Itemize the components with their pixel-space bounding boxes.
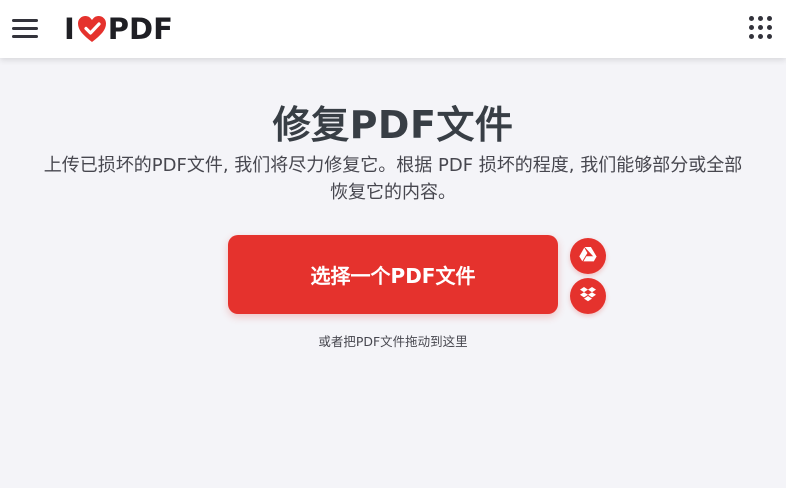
- heart-icon: [77, 15, 107, 43]
- page-subtitle: 上传已损坏的PDF文件, 我们将尽力修复它。根据 PDF 损坏的程度, 我们能够…: [43, 155, 743, 203]
- top-nav-bar: I PDF: [0, 0, 786, 58]
- ilovepdf-logo[interactable]: I PDF: [64, 12, 173, 46]
- grid-apps-icon[interactable]: [749, 16, 773, 40]
- select-pdf-button[interactable]: 选择一个PDF文件: [228, 235, 558, 314]
- select-pdf-button-label: 选择一个PDF文件: [310, 264, 476, 288]
- drag-drop-hint: 或者把PDF文件拖动到这里: [318, 334, 468, 349]
- google-drive-button[interactable]: [570, 238, 606, 274]
- page-title: 修复PDF文件: [272, 103, 514, 147]
- hamburger-menu-icon[interactable]: [12, 17, 38, 39]
- dropbox-icon: [579, 286, 597, 307]
- main-content: 修复PDF文件 上传已损坏的PDF文件, 我们将尽力修复它。根据 PDF 损坏的…: [0, 58, 786, 488]
- dropbox-button[interactable]: [570, 278, 606, 314]
- logo-letter: I: [64, 12, 75, 46]
- google-drive-icon: [579, 246, 597, 266]
- logo-word: PDF: [107, 12, 173, 46]
